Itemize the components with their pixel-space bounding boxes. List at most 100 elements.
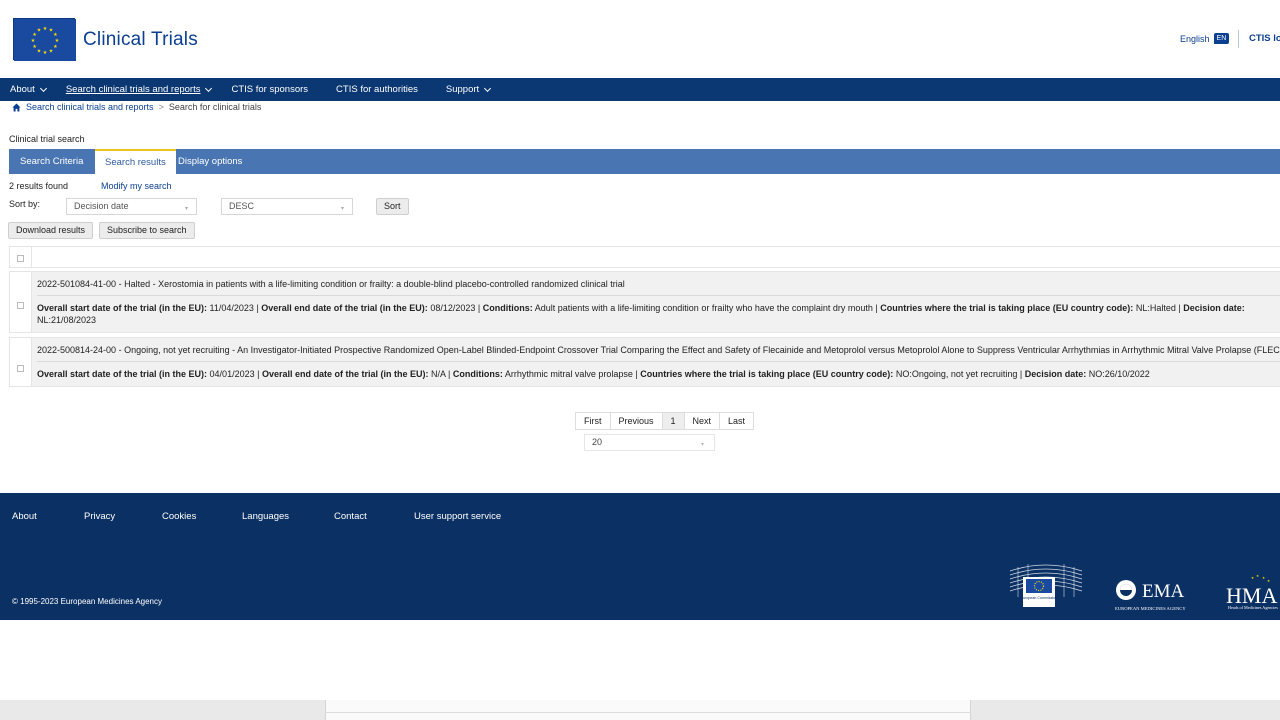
sort-by-label: Sort by: [9, 199, 41, 209]
chevron-down-icon [39, 84, 47, 92]
conditions-label: Conditions: [452, 369, 503, 379]
sort-field-value: Decision date [74, 201, 129, 211]
nav-support-label: Support [445, 84, 480, 95]
result-title[interactable]: 2022-501084-41-00 - Halted - Xerostomia … [37, 272, 1280, 296]
select-caret-icon: ▾ [184, 206, 188, 212]
svg-text:★: ★ [1256, 574, 1259, 578]
sort-order-value: DESC [229, 201, 255, 211]
ema-logo[interactable]: EMA EUROPEAN MEDICINES AGENCY [1115, 578, 1200, 612]
select-caret-icon: ▾ [340, 206, 344, 212]
svg-text:★: ★ [1251, 576, 1254, 580]
breadcrumb-separator: > [158, 102, 164, 112]
start-date-value: 11/04/2023 [209, 303, 254, 313]
result-content: 2022-501084-41-00 - Halted - Xerostomia … [37, 272, 1280, 332]
table-header [9, 246, 1280, 268]
ema-caption: EUROPEAN MEDICINES AGENCY [1115, 606, 1186, 611]
nav-support[interactable]: Support [436, 84, 500, 95]
home-icon[interactable] [12, 102, 21, 112]
svg-text:★: ★ [37, 48, 42, 54]
nav-ctis-authorities[interactable]: CTIS for authorities [326, 84, 428, 95]
search-tabs: Search Criteria Search results Display o… [9, 149, 1280, 174]
tab-display-options[interactable]: Display options [168, 149, 252, 174]
footer-link-user-support[interactable]: User support service [414, 511, 501, 522]
section-title: Clinical trial search [9, 134, 85, 144]
nav-search-trials-label: Search clinical trials and reports [65, 84, 201, 95]
svg-text:★: ★ [53, 44, 58, 50]
page-number-current[interactable]: 1 [662, 412, 685, 430]
modify-search-link[interactable]: Modify my search [101, 181, 172, 191]
tab-search-criteria[interactable]: Search Criteria [10, 149, 93, 174]
svg-text:★: ★ [49, 48, 54, 54]
result-title[interactable]: 2022-500814-24-00 - Ongoing, not yet rec… [37, 338, 1280, 362]
copyright-text: © 1995-2023 European Medicines Agency [12, 597, 162, 606]
end-date-value: 08/12/2023 [430, 303, 476, 313]
site-title[interactable]: Clinical Trials [83, 29, 198, 51]
select-all-checkbox[interactable] [17, 255, 24, 262]
svg-text:★: ★ [43, 50, 48, 56]
nav-ctis-sponsors[interactable]: CTIS for sponsors [221, 84, 318, 95]
decision-date-value: NO:26/10/2022 [1088, 369, 1150, 379]
footer-link-about[interactable]: About [12, 511, 37, 522]
row-checkbox[interactable] [17, 302, 24, 309]
result-details: Overall start date of the trial (in the … [37, 303, 1245, 325]
end-date-label: Overall end date of the trial (in the EU… [261, 303, 428, 313]
nav-search-trials[interactable]: Search clinical trials and reports [56, 84, 222, 95]
decision-date-label: Decision date: [1024, 369, 1087, 379]
site-footer: About Privacy Cookies Languages Contact … [0, 493, 1280, 620]
chevron-down-icon [205, 84, 213, 92]
select-caret-icon: ▾ [700, 442, 704, 448]
page-next-button[interactable]: Next [684, 412, 721, 430]
sort-button[interactable]: Sort [376, 198, 409, 215]
ctis-login-link[interactable]: CTIS login [1238, 30, 1280, 48]
table-row: 2022-500814-24-00 - Ongoing, not yet rec… [9, 337, 1280, 387]
page-size-select[interactable]: 20 ▾ [584, 434, 715, 451]
conditions-label: Conditions: [482, 303, 533, 313]
decision-date-label: Decision date: [1183, 303, 1245, 313]
result-details: Overall start date of the trial (in the … [37, 369, 1150, 379]
language-selector[interactable]: English EN [1180, 33, 1230, 44]
ec-caption: European Commission [1021, 596, 1057, 600]
footer-link-contact[interactable]: Contact [334, 511, 367, 522]
page-first-button[interactable]: First [575, 412, 611, 430]
footer-link-languages[interactable]: Languages [242, 511, 289, 522]
background-window-panel [325, 700, 971, 720]
download-results-button[interactable]: Download results [8, 222, 94, 239]
sort-field-select[interactable]: Decision date ▾ [66, 198, 197, 215]
site-header: ★ ★ ★ ★ ★ ★ ★ ★ ★ ★ ★ ★ Clinical Trials English … [0, 0, 1280, 78]
breadcrumb: Search clinical trials and reports > Sea… [12, 102, 261, 112]
footer-link-privacy[interactable]: Privacy [84, 511, 115, 522]
background-window-divider [325, 712, 971, 713]
european-commission-logo[interactable]: European Commission [1008, 557, 1083, 609]
end-date-label: Overall end date of the trial (in the EU… [261, 369, 429, 379]
sort-order-select[interactable]: DESC ▾ [221, 198, 353, 215]
nav-about-label: About [10, 84, 35, 95]
svg-text:★: ★ [32, 44, 37, 50]
countries-label: Countries where the trial is taking plac… [640, 369, 894, 379]
footer-link-cookies[interactable]: Cookies [162, 511, 196, 522]
nav-about[interactable]: About [0, 84, 56, 95]
conditions-value: Adult patients with a life-limiting cond… [534, 303, 873, 313]
subscribe-search-button[interactable]: Subscribe to search [99, 222, 195, 239]
countries-value: NO:Ongoing, not yet recruiting [895, 369, 1018, 379]
hma-caption: Heads of Medicines Agencies [1228, 605, 1278, 610]
tab-search-results[interactable]: Search results [95, 149, 176, 174]
eu-flag-logo[interactable]: ★ ★ ★ ★ ★ ★ ★ ★ ★ ★ ★ ★ [13, 18, 76, 61]
pagination: First Previous 1 Next Last [575, 412, 755, 430]
nav-ctis-sponsors-label: CTIS for sponsors [231, 84, 309, 95]
row-checkbox[interactable] [17, 365, 24, 372]
page-previous-button[interactable]: Previous [610, 412, 663, 430]
end-date-value: N/A [430, 369, 446, 379]
breadcrumb-link-search[interactable]: Search clinical trials and reports [26, 102, 154, 112]
table-row: 2022-501084-41-00 - Halted - Xerostomia … [9, 271, 1280, 333]
results-count: 2 results found [9, 181, 69, 191]
language-label: English [1180, 33, 1210, 44]
decision-date-value: NL:21/08/2023 [37, 315, 97, 325]
nav-ctis-authorities-label: CTIS for authorities [336, 84, 418, 95]
chevron-down-icon [484, 84, 492, 92]
conditions-value: Arrhythmic mitral valve prolapse [504, 369, 633, 379]
hma-logo[interactable]: ★ ★★★ HMA Heads of Medicines Agencies [1226, 573, 1280, 611]
countries-value: NL:Halted [1135, 303, 1176, 313]
checkbox-column [10, 272, 32, 332]
page-last-button[interactable]: Last [720, 412, 755, 430]
countries-label: Countries where the trial is taking plac… [880, 303, 1134, 313]
